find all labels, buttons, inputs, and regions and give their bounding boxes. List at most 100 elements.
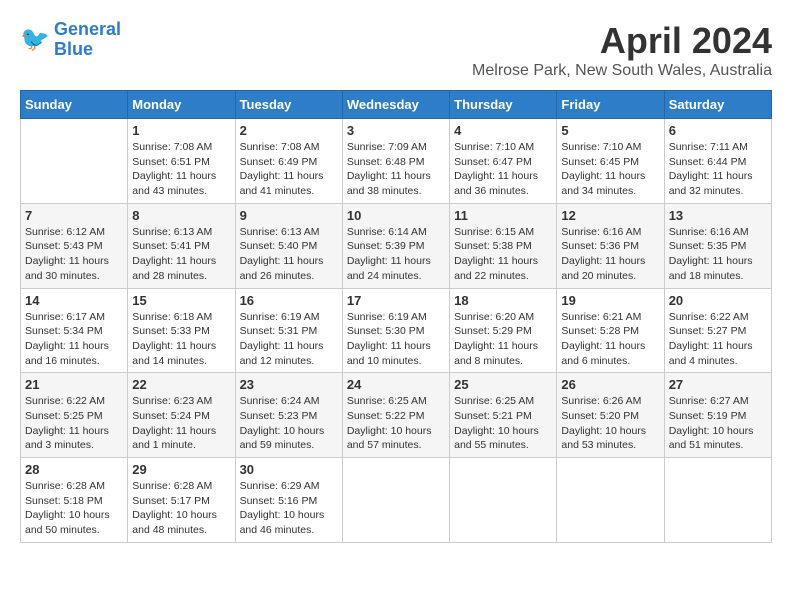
day-number: 20 (669, 293, 767, 308)
cell-content: Sunrise: 6:13 AM Sunset: 5:40 PM Dayligh… (240, 225, 338, 284)
day-number: 9 (240, 208, 338, 223)
calendar-cell: 23 Sunrise: 6:24 AM Sunset: 5:23 PM Dayli… (235, 373, 342, 458)
cell-content: Sunrise: 7:11 AM Sunset: 6:44 PM Dayligh… (669, 140, 767, 199)
day-number: 6 (669, 123, 767, 138)
day-number: 19 (561, 293, 659, 308)
calendar-cell: 26 Sunrise: 6:26 AM Sunset: 5:20 PM Dayli… (557, 373, 664, 458)
calendar-week-row: 14Sunrise: 6:17 AM Sunset: 5:34 PM Dayli… (21, 288, 772, 373)
day-number: 8 (132, 208, 230, 223)
calendar-cell: 10 Sunrise: 6:14 AM Sunset: 5:39 PM Dayli… (342, 203, 449, 288)
calendar-cell: 7 Sunrise: 6:12 AM Sunset: 5:43 PM Daylig… (21, 203, 128, 288)
calendar-cell (664, 458, 771, 543)
calendar-table: SundayMondayTuesdayWednesdayThursdayFrid… (20, 90, 772, 543)
svg-text:🐦: 🐦 (20, 26, 50, 53)
title-block: April 2024 Melrose Park, New South Wales… (472, 20, 772, 80)
calendar-cell: 3 Sunrise: 7:09 AM Sunset: 6:48 PM Daylig… (342, 119, 449, 204)
day-number: 27 (669, 377, 767, 392)
cell-content: Sunrise: 7:10 AM Sunset: 6:45 PM Dayligh… (561, 140, 659, 199)
day-number: 22 (132, 377, 230, 392)
calendar-cell: 24 Sunrise: 6:25 AM Sunset: 5:22 PM Dayli… (342, 373, 449, 458)
logo-blue: Blue (54, 40, 121, 60)
day-number: 28 (25, 462, 123, 477)
day-number: 21 (25, 377, 123, 392)
day-number: 13 (669, 208, 767, 223)
day-header-saturday: Saturday (664, 91, 771, 119)
location-subtitle: Melrose Park, New South Wales, Australia (472, 62, 772, 80)
logo: 🐦 General Blue (20, 20, 121, 60)
cell-content: Sunrise: 6:21 AM Sunset: 5:28 PM Dayligh… (561, 310, 659, 369)
day-number: 26 (561, 377, 659, 392)
day-header-tuesday: Tuesday (235, 91, 342, 119)
cell-content: Sunrise: 6:25 AM Sunset: 5:21 PM Dayligh… (454, 394, 552, 453)
calendar-cell: 29Sunrise: 6:28 AM Sunset: 5:17 PM Dayli… (128, 458, 235, 543)
day-number: 30 (240, 462, 338, 477)
calendar-cell: 18Sunrise: 6:20 AM Sunset: 5:29 PM Dayli… (450, 288, 557, 373)
calendar-cell (21, 119, 128, 204)
page-header: 🐦 General Blue April 2024 Melrose Park, … (20, 20, 772, 80)
day-header-wednesday: Wednesday (342, 91, 449, 119)
calendar-header-row: SundayMondayTuesdayWednesdayThursdayFrid… (21, 91, 772, 119)
calendar-cell: 14Sunrise: 6:17 AM Sunset: 5:34 PM Dayli… (21, 288, 128, 373)
calendar-cell: 1 Sunrise: 7:08 AM Sunset: 6:51 PM Daylig… (128, 119, 235, 204)
cell-content: Sunrise: 6:18 AM Sunset: 5:33 PM Dayligh… (132, 310, 230, 369)
day-header-friday: Friday (557, 91, 664, 119)
cell-content: Sunrise: 6:12 AM Sunset: 5:43 PM Dayligh… (25, 225, 123, 284)
calendar-cell (450, 458, 557, 543)
calendar-cell: 8 Sunrise: 6:13 AM Sunset: 5:41 PM Daylig… (128, 203, 235, 288)
day-header-sunday: Sunday (21, 91, 128, 119)
cell-content: Sunrise: 6:29 AM Sunset: 5:16 PM Dayligh… (240, 479, 338, 538)
day-number: 12 (561, 208, 659, 223)
cell-content: Sunrise: 6:13 AM Sunset: 5:41 PM Dayligh… (132, 225, 230, 284)
calendar-cell: 6 Sunrise: 7:11 AM Sunset: 6:44 PM Daylig… (664, 119, 771, 204)
month-year-title: April 2024 (472, 20, 772, 62)
day-number: 10 (347, 208, 445, 223)
day-number: 23 (240, 377, 338, 392)
cell-content: Sunrise: 7:09 AM Sunset: 6:48 PM Dayligh… (347, 140, 445, 199)
calendar-cell (557, 458, 664, 543)
day-number: 25 (454, 377, 552, 392)
cell-content: Sunrise: 6:28 AM Sunset: 5:17 PM Dayligh… (132, 479, 230, 538)
logo-general: General (54, 19, 121, 39)
calendar-cell: 19 Sunrise: 6:21 AM Sunset: 5:28 PM Dayli… (557, 288, 664, 373)
logo-icon: 🐦 (20, 25, 50, 55)
cell-content: Sunrise: 6:22 AM Sunset: 5:25 PM Dayligh… (25, 394, 123, 453)
day-number: 11 (454, 208, 552, 223)
cell-content: Sunrise: 7:08 AM Sunset: 6:49 PM Dayligh… (240, 140, 338, 199)
calendar-cell: 20Sunrise: 6:22 AM Sunset: 5:27 PM Dayli… (664, 288, 771, 373)
cell-content: Sunrise: 7:08 AM Sunset: 6:51 PM Dayligh… (132, 140, 230, 199)
calendar-week-row: 28 Sunrise: 6:28 AM Sunset: 5:18 PM Dayli… (21, 458, 772, 543)
calendar-week-row: 7 Sunrise: 6:12 AM Sunset: 5:43 PM Daylig… (21, 203, 772, 288)
day-number: 3 (347, 123, 445, 138)
day-number: 24 (347, 377, 445, 392)
calendar-cell (342, 458, 449, 543)
day-header-thursday: Thursday (450, 91, 557, 119)
calendar-cell: 25 Sunrise: 6:25 AM Sunset: 5:21 PM Dayli… (450, 373, 557, 458)
calendar-cell: 13 Sunrise: 6:16 AM Sunset: 5:35 PM Dayli… (664, 203, 771, 288)
cell-content: Sunrise: 6:28 AM Sunset: 5:18 PM Dayligh… (25, 479, 123, 538)
calendar-cell: 11 Sunrise: 6:15 AM Sunset: 5:38 PM Dayli… (450, 203, 557, 288)
cell-content: Sunrise: 6:19 AM Sunset: 5:30 PM Dayligh… (347, 310, 445, 369)
cell-content: Sunrise: 6:14 AM Sunset: 5:39 PM Dayligh… (347, 225, 445, 284)
day-number: 1 (132, 123, 230, 138)
calendar-cell: 28 Sunrise: 6:28 AM Sunset: 5:18 PM Dayli… (21, 458, 128, 543)
cell-content: Sunrise: 6:23 AM Sunset: 5:24 PM Dayligh… (132, 394, 230, 453)
calendar-cell: 2 Sunrise: 7:08 AM Sunset: 6:49 PM Daylig… (235, 119, 342, 204)
cell-content: Sunrise: 6:15 AM Sunset: 5:38 PM Dayligh… (454, 225, 552, 284)
cell-content: Sunrise: 6:19 AM Sunset: 5:31 PM Dayligh… (240, 310, 338, 369)
day-number: 14 (25, 293, 123, 308)
cell-content: Sunrise: 7:10 AM Sunset: 6:47 PM Dayligh… (454, 140, 552, 199)
day-number: 2 (240, 123, 338, 138)
cell-content: Sunrise: 6:16 AM Sunset: 5:36 PM Dayligh… (561, 225, 659, 284)
cell-content: Sunrise: 6:26 AM Sunset: 5:20 PM Dayligh… (561, 394, 659, 453)
cell-content: Sunrise: 6:25 AM Sunset: 5:22 PM Dayligh… (347, 394, 445, 453)
cell-content: Sunrise: 6:16 AM Sunset: 5:35 PM Dayligh… (669, 225, 767, 284)
calendar-cell: 5Sunrise: 7:10 AM Sunset: 6:45 PM Daylig… (557, 119, 664, 204)
calendar-cell: 22 Sunrise: 6:23 AM Sunset: 5:24 PM Dayli… (128, 373, 235, 458)
day-number: 7 (25, 208, 123, 223)
calendar-cell: 15 Sunrise: 6:18 AM Sunset: 5:33 PM Dayli… (128, 288, 235, 373)
cell-content: Sunrise: 6:24 AM Sunset: 5:23 PM Dayligh… (240, 394, 338, 453)
calendar-cell: 17Sunrise: 6:19 AM Sunset: 5:30 PM Dayli… (342, 288, 449, 373)
logo-text: General Blue (54, 20, 121, 60)
day-number: 15 (132, 293, 230, 308)
cell-content: Sunrise: 6:27 AM Sunset: 5:19 PM Dayligh… (669, 394, 767, 453)
